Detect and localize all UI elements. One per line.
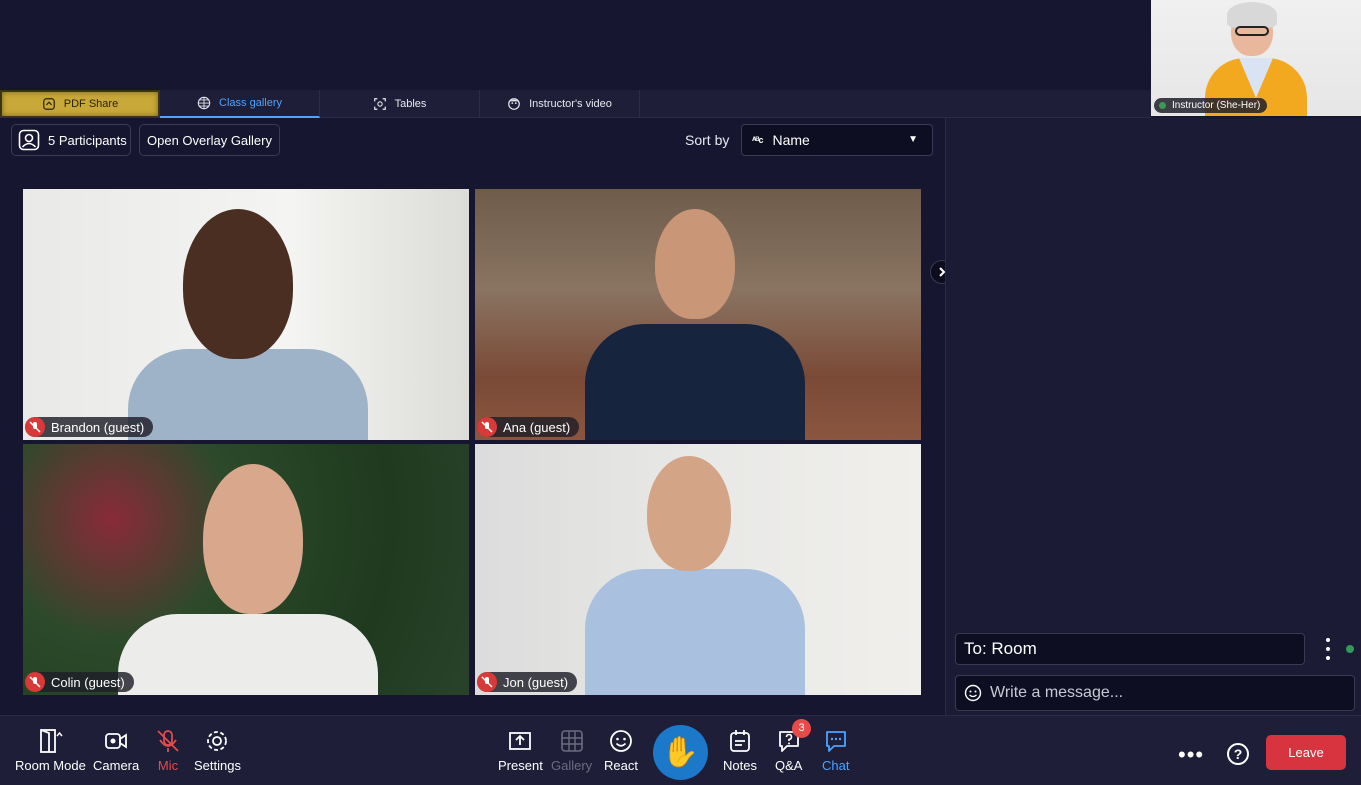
participant-head xyxy=(203,464,303,614)
help-button[interactable]: ? xyxy=(1227,743,1249,765)
participant-body xyxy=(585,324,805,440)
settings-button[interactable]: Settings xyxy=(194,728,241,773)
participant-body xyxy=(585,569,805,695)
camera-label: Camera xyxy=(93,758,140,773)
alphabetical-icon: ᴬᴮc xyxy=(752,135,764,145)
present-label: Present xyxy=(498,758,543,773)
hand-icon: ✋ xyxy=(661,736,700,769)
video-tile[interactable]: Brandon (guest) xyxy=(23,189,469,440)
chat-label: Chat xyxy=(822,758,850,773)
mic-button[interactable]: Mic xyxy=(155,728,181,773)
mic-muted-icon xyxy=(25,417,45,437)
participant-head xyxy=(647,456,731,571)
instructor-hair xyxy=(1227,2,1277,28)
participant-name-tag: Brandon (guest) xyxy=(25,417,154,437)
emoji-icon[interactable] xyxy=(964,684,982,702)
qa-count-badge: 3 xyxy=(792,719,811,738)
chat-message-input[interactable] xyxy=(990,684,1330,702)
open-overlay-gallery-button[interactable]: Open Overlay Gallery xyxy=(139,124,280,156)
qa-label: Q&A xyxy=(775,758,803,773)
participant-body xyxy=(118,614,378,695)
tables-icon xyxy=(373,98,386,110)
sort-by-label: Sort by xyxy=(685,132,730,148)
chat-bubble-icon xyxy=(825,731,846,752)
video-tile[interactable]: Colin (guest) xyxy=(23,444,469,695)
status-dot-icon xyxy=(1159,102,1166,109)
instructor-label: Instructor (She-Her) xyxy=(1172,100,1261,111)
notes-label: Notes xyxy=(723,758,757,773)
instructor-glasses xyxy=(1235,26,1269,36)
instructor-video-icon xyxy=(508,98,520,110)
react-label: React xyxy=(604,758,638,773)
bottom-toolbar: Room Mode Camera Mic Settings Present Ga… xyxy=(0,715,1361,785)
video-tile[interactable]: Ana (guest) xyxy=(475,189,921,440)
sort-value: Name xyxy=(772,132,810,148)
room-mode-icon xyxy=(40,729,63,753)
mic-muted-icon xyxy=(157,730,179,752)
tab-class-gallery[interactable]: Class gallery xyxy=(160,90,320,118)
present-icon xyxy=(509,732,532,750)
room-mode-label: Room Mode xyxy=(15,758,86,773)
settings-label: Settings xyxy=(194,758,241,773)
smiley-icon xyxy=(610,730,632,752)
mic-muted-icon xyxy=(477,672,497,692)
camera-icon xyxy=(105,733,128,749)
online-status-icon xyxy=(1346,645,1354,653)
participant-body xyxy=(128,349,368,440)
instructor-video[interactable]: Instructor (She-Her) xyxy=(1151,0,1361,116)
participant-head xyxy=(183,209,293,359)
camera-button[interactable]: Camera xyxy=(93,728,139,773)
chat-panel: To: Room xyxy=(945,118,1361,715)
more-options-button[interactable]: ••• xyxy=(1178,742,1204,768)
participant-name-tag: Jon (guest) xyxy=(477,672,578,692)
notes-icon xyxy=(730,730,750,752)
chat-button[interactable]: Chat xyxy=(822,728,849,773)
gallery-grid-icon xyxy=(560,730,583,752)
participants-button[interactable]: 5 Participants xyxy=(11,124,131,156)
tab-pdf-share-label: PDF Share xyxy=(63,98,119,110)
mic-label: Mic xyxy=(157,758,179,773)
leave-button[interactable]: Leave xyxy=(1266,735,1346,770)
participant-name-tag: Ana (guest) xyxy=(477,417,580,437)
tab-tables[interactable]: Tables xyxy=(320,90,480,118)
notes-button[interactable]: Notes xyxy=(723,728,757,773)
participant-name: Jon (guest) xyxy=(503,674,569,690)
gallery-area: 5 Participants Open Overlay Gallery Sort… xyxy=(0,118,954,715)
participant-head xyxy=(655,209,735,319)
view-tabs: PDF Share Class gallery Tables Instructo… xyxy=(0,90,1151,118)
participant-name: Colin (guest) xyxy=(51,674,125,690)
gear-icon xyxy=(207,731,228,751)
mic-muted-icon xyxy=(477,417,497,437)
raise-hand-button[interactable]: ✋ xyxy=(653,725,708,780)
tab-pdf-share[interactable]: PDF Share xyxy=(0,90,160,118)
tab-instructors-video[interactable]: Instructor's video xyxy=(480,90,640,118)
gallery-label: Gallery xyxy=(551,758,593,773)
chat-message-box xyxy=(955,675,1355,711)
room-mode-button[interactable]: Room Mode xyxy=(15,728,86,773)
participant-name-tag: Colin (guest) xyxy=(25,672,134,692)
participant-name: Brandon (guest) xyxy=(51,419,145,435)
mic-muted-icon xyxy=(25,672,45,692)
react-button[interactable]: React xyxy=(604,728,638,773)
chat-recipient-select[interactable]: To: Room xyxy=(955,633,1305,665)
tab-tables-label: Tables xyxy=(394,98,427,110)
participants-count: 5 Participants xyxy=(48,132,127,148)
grid-icon xyxy=(197,96,211,110)
video-tile[interactable]: Jon (guest) xyxy=(475,444,921,695)
present-button[interactable]: Present xyxy=(498,728,543,773)
tab-instructors-video-label: Instructor's video xyxy=(529,98,612,110)
participants-icon xyxy=(18,129,40,151)
sort-select[interactable]: ᴬᴮc Name ▼ xyxy=(741,124,933,156)
participant-name: Ana (guest) xyxy=(503,419,571,435)
chat-options-kebab-icon[interactable] xyxy=(1318,638,1338,660)
gallery-button[interactable]: Gallery xyxy=(551,728,592,773)
instructor-name-tag: Instructor (She-Her) xyxy=(1154,98,1268,113)
tab-class-gallery-label: Class gallery xyxy=(219,97,282,109)
pdf-share-icon xyxy=(42,98,55,110)
overlay-gallery-label: Open Overlay Gallery xyxy=(147,132,272,148)
caret-down-icon: ▼ xyxy=(908,134,918,145)
